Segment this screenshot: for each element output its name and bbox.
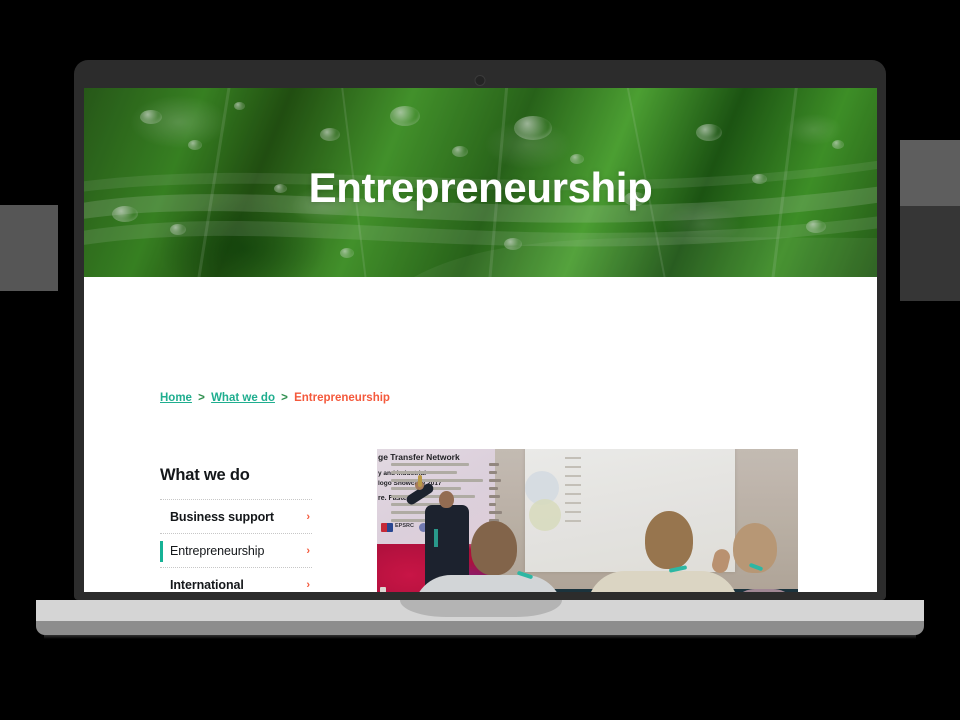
chevron-right-icon: ›	[306, 578, 310, 591]
laptop-base-notch	[400, 600, 562, 617]
webcam-icon	[474, 75, 486, 86]
breadcrumb: Home > What we do > Entrepreneurship	[160, 392, 390, 404]
sidebar-item-list: Business support › Entrepreneurship › In…	[160, 499, 312, 592]
breadcrumb-link-what-we-do[interactable]: What we do	[211, 392, 275, 404]
conference-presentation-photo: ge Transfer Network y and Industrial log…	[377, 449, 798, 592]
laptop-base-edge	[36, 621, 924, 635]
sidebar-item-entrepreneurship[interactable]: Entrepreneurship ›	[160, 533, 312, 567]
sidebar-item-business-support[interactable]: Business support ›	[160, 499, 312, 533]
photo-tone-overlay	[377, 449, 798, 592]
sidebar-nav: What we do Business support › Entreprene…	[160, 466, 312, 592]
laptop-base-shadow	[44, 635, 916, 639]
chevron-right-icon: ›	[306, 510, 310, 523]
laptop-screen: Entrepreneurship Home > What we do > Ent…	[84, 88, 877, 592]
sidebar-item-label: Entrepreneurship	[170, 543, 265, 558]
page-content: Home > What we do > Entrepreneurship Wha…	[84, 277, 877, 592]
sidebar-item-label: International	[170, 577, 244, 592]
sidebar-item-label: Business support	[170, 509, 274, 524]
breadcrumb-current: Entrepreneurship	[294, 392, 390, 404]
breadcrumb-separator: >	[281, 392, 288, 404]
breadcrumb-link-home[interactable]: Home	[160, 392, 192, 404]
background-right-gray-block-top	[900, 140, 960, 206]
screenshot-canvas: Entrepreneurship Home > What we do > Ent…	[0, 0, 960, 720]
sidebar-item-international[interactable]: International ›	[160, 567, 312, 592]
chevron-right-icon: ›	[306, 544, 310, 557]
breadcrumb-separator: >	[198, 392, 205, 404]
page-title: Entrepreneurship	[308, 164, 653, 211]
hero-banner: Entrepreneurship	[84, 88, 877, 277]
background-left-gray-block	[0, 205, 58, 291]
background-right-gray-block-mid	[900, 206, 960, 301]
sidebar-heading: What we do	[160, 466, 250, 484]
